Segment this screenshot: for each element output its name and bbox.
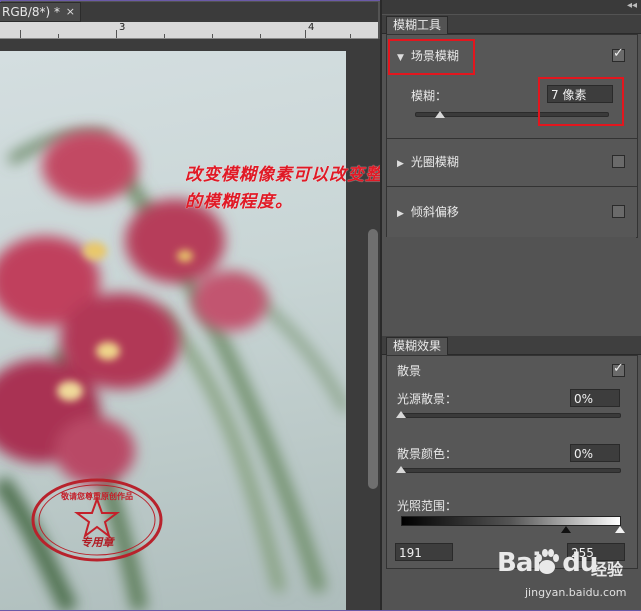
ruler-tick xyxy=(164,34,165,38)
tilt-shift-header[interactable]: ▶ 倾斜偏移 xyxy=(397,203,459,220)
light-range-dark-stop[interactable] xyxy=(561,526,571,533)
iris-blur-checkbox[interactable] xyxy=(612,155,625,168)
collapsed-triangle-icon[interactable]: ▶ xyxy=(397,159,407,169)
jingyan-text: 经验 xyxy=(591,560,624,579)
bokeh-color-label: 散景颜色： xyxy=(397,447,458,461)
blur-amount-label: 模糊： xyxy=(411,89,448,103)
light-bokeh-slider-thumb[interactable] xyxy=(396,411,406,418)
light-bokeh-label: 光源散景： xyxy=(397,392,458,406)
empty-panel-area xyxy=(386,237,636,332)
light-range-label: 光照范围： xyxy=(397,499,458,513)
collapsed-triangle-icon[interactable]: ▶ xyxy=(397,209,407,219)
document-tab[interactable]: RGB/8*) * × xyxy=(0,2,81,22)
baidu-logo-bai: Bai xyxy=(497,548,541,578)
ruler-tick xyxy=(116,30,117,38)
iris-blur-label: 光圈模糊 xyxy=(410,155,459,169)
light-bokeh-field[interactable]: 0% xyxy=(570,389,620,407)
scrollbar-thumb[interactable] xyxy=(368,229,378,489)
blur-effects-section: 散景 光源散景： 0% 散景颜色： 0% 光照范围： 191 255 xyxy=(386,355,638,569)
tab-blur-effects[interactable]: 模糊效果 xyxy=(386,337,449,355)
iris-blur-section: ▶ 光圈模糊 xyxy=(386,138,638,188)
bokeh-checkbox[interactable] xyxy=(612,361,625,377)
ruler-tick xyxy=(20,30,21,38)
stamp-top-text: 敬请您尊重原创作品 xyxy=(61,492,133,501)
jingyan-url: jingyan.baidu.com xyxy=(525,586,627,599)
panel-top-strip: ◂◂ xyxy=(382,0,641,14)
blur-effects-tabbar: 模糊效果 xyxy=(382,336,641,355)
bokeh-color-slider-thumb[interactable] xyxy=(396,466,406,473)
blur-tools-tabbar: 模糊工具 xyxy=(382,15,641,34)
tab-blur-tools[interactable]: 模糊工具 xyxy=(386,16,449,34)
ruler-tick xyxy=(260,34,261,38)
ruler-tick xyxy=(58,34,59,38)
highlight-box-blur-value xyxy=(538,77,624,126)
baidu-jingyan-watermark: Bai du 经验 jingyan.baidu.com xyxy=(497,542,637,608)
baidu-paw-icon xyxy=(536,549,559,574)
bokeh-label: 散景 xyxy=(397,364,422,378)
ruler-tick xyxy=(350,34,351,38)
light-range-min-field[interactable]: 191 xyxy=(395,543,453,561)
seal-stamp: 敬请您尊重原创作品 专用章 xyxy=(30,477,164,563)
bokeh-color-field[interactable]: 0% xyxy=(570,444,620,462)
bokeh-color-slider[interactable] xyxy=(401,468,621,473)
collapse-icon[interactable]: ◂◂ xyxy=(627,0,637,11)
blur-slider-thumb[interactable] xyxy=(434,111,445,118)
light-bokeh-slider[interactable] xyxy=(401,413,621,418)
ruler-tick xyxy=(305,30,306,38)
iris-blur-header[interactable]: ▶ 光圈模糊 xyxy=(397,153,459,170)
tilt-shift-checkbox[interactable] xyxy=(612,205,625,218)
light-range-light-stop[interactable] xyxy=(615,526,625,533)
stamp-bottom-text: 专用章 xyxy=(80,536,114,549)
tilt-shift-label: 倾斜偏移 xyxy=(410,205,459,219)
ruler-tick xyxy=(212,34,213,38)
horizontal-ruler: 3 4 xyxy=(0,22,378,39)
seal-stamp-graphic xyxy=(31,478,163,562)
close-icon[interactable]: × xyxy=(66,3,75,21)
tilt-shift-section: ▶ 倾斜偏移 xyxy=(386,186,638,238)
highlight-box-field-blur xyxy=(388,39,475,75)
field-blur-checkbox[interactable] xyxy=(612,46,625,62)
light-range-gradient[interactable] xyxy=(401,516,621,526)
vertical-scrollbar[interactable] xyxy=(366,39,380,610)
ruler-label-3: 3 xyxy=(119,22,126,33)
ruler-label-4: 4 xyxy=(308,22,315,33)
tab-strip xyxy=(78,2,378,22)
document-tab-title: RGB/8*) * xyxy=(2,5,61,19)
